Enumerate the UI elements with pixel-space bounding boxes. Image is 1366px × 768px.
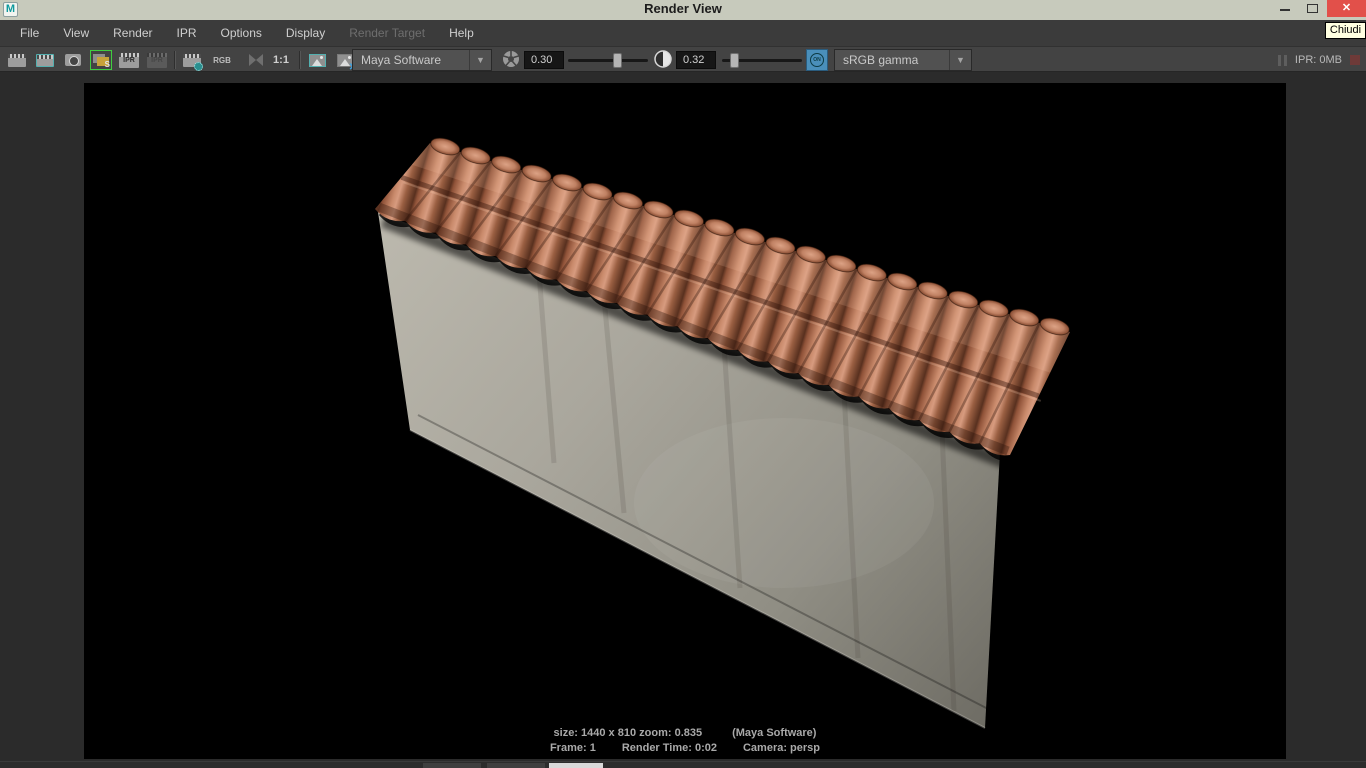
- render-region-icon[interactable]: [34, 50, 56, 70]
- stop-render-icon: [1350, 55, 1360, 65]
- ipr-film-glyph: IPR: [119, 53, 139, 68]
- renderer-dropdown[interactable]: Maya Software ▼: [352, 49, 492, 71]
- chevron-down-icon: ▼: [469, 50, 491, 70]
- renderer-name-label: (Maya Software): [732, 727, 816, 739]
- film-glyph: [8, 54, 26, 67]
- title-bar: M Render View ✕: [0, 0, 1366, 20]
- ipr-film-dim-glyph: IPR: [147, 53, 167, 68]
- camera-label: Camera: persp: [743, 742, 820, 754]
- redo-previous-render-icon[interactable]: [6, 50, 28, 70]
- contrast-glyph: [654, 50, 672, 68]
- menu-options[interactable]: Options: [209, 20, 274, 46]
- toolbar-separator: [174, 51, 175, 69]
- taskbar-sliver[interactable]: [0, 761, 1366, 768]
- alpha-bowtie-glyph: [249, 54, 256, 66]
- on-toggle-icon: ON: [810, 53, 824, 67]
- menu-view[interactable]: View: [51, 20, 101, 46]
- render-viewport: size: 1440 x 810 zoom: 0.835 (Maya Softw…: [0, 72, 1366, 768]
- picture-glyph: [309, 54, 326, 67]
- gear-icon: [194, 62, 203, 71]
- render-settings-icon[interactable]: [181, 50, 203, 70]
- exposure-icon: [500, 49, 522, 69]
- ipr-status-group: IPR: 0MB: [1278, 49, 1360, 71]
- menu-display[interactable]: Display: [274, 20, 337, 46]
- exposure-slider[interactable]: [568, 59, 648, 62]
- menu-ipr[interactable]: IPR: [165, 20, 209, 46]
- size-zoom-label: size: 1440 x 810 zoom: 0.835: [554, 727, 703, 739]
- contrast-icon: [652, 49, 674, 69]
- close-button[interactable]: ✕: [1327, 0, 1366, 17]
- rgb-channels-icon[interactable]: RGB: [209, 50, 235, 70]
- pause-ipr-icon: [1278, 55, 1287, 66]
- minimize-icon: [1280, 9, 1290, 11]
- frame-label: Frame: 1: [550, 742, 596, 754]
- window-title: Render View: [0, 1, 1366, 16]
- alpha-channel-icon[interactable]: [241, 50, 263, 70]
- ipr-render-icon[interactable]: IPR: [118, 50, 140, 70]
- view-transform-dropdown-value: sRGB gamma: [835, 53, 949, 67]
- renderer-dropdown-value: Maya Software: [353, 53, 469, 67]
- keep-image-icon[interactable]: [306, 50, 328, 70]
- menu-render-target: Render Target: [337, 20, 437, 46]
- ipr-refresh-icon: IPR: [146, 50, 168, 70]
- color-management-toggle[interactable]: ON: [806, 49, 828, 71]
- render-time-label: Render Time: 0:02: [622, 742, 717, 754]
- contrast-value-field[interactable]: 0.32: [676, 51, 716, 69]
- sequence-letter: S: [105, 60, 110, 69]
- contrast-slider-handle[interactable]: [730, 53, 739, 68]
- real-size-icon[interactable]: 1:1: [269, 50, 293, 70]
- exposure-value-field[interactable]: 0.30: [524, 51, 564, 69]
- taskbar-button[interactable]: [487, 763, 545, 768]
- maximize-icon: [1307, 4, 1318, 13]
- menu-file[interactable]: File: [8, 20, 51, 46]
- taskbar-button-active[interactable]: [549, 763, 603, 768]
- contrast-slider[interactable]: [722, 59, 802, 62]
- close-tooltip: Chiudi: [1325, 22, 1366, 39]
- aperture-glyph: [502, 50, 520, 68]
- view-transform-dropdown[interactable]: sRGB gamma ▼: [834, 49, 972, 71]
- exposure-slider-handle[interactable]: [613, 53, 622, 68]
- chevron-down-icon: ▼: [949, 50, 971, 70]
- rgb-label: RGB: [213, 56, 231, 65]
- toolbar-separator: [299, 51, 300, 69]
- menu-render[interactable]: Render: [101, 20, 164, 46]
- render-view-window: M Render View ✕ Chiudi File View Render …: [0, 0, 1366, 768]
- rendered-wall-scene: [84, 83, 1286, 759]
- render-status-line2: Frame: 1 Render Time: 0:02 Camera: persp: [84, 742, 1286, 754]
- menu-bar: File View Render IPR Options Display Ren…: [0, 20, 1366, 46]
- camera-glyph: [65, 54, 81, 66]
- film-region-glyph: [36, 54, 54, 67]
- render-status-line1: size: 1440 x 810 zoom: 0.835 (Maya Softw…: [84, 727, 1286, 739]
- render-sequence-icon[interactable]: S: [90, 50, 112, 70]
- rendered-image-canvas[interactable]: size: 1440 x 810 zoom: 0.835 (Maya Softw…: [84, 83, 1286, 759]
- menu-help[interactable]: Help: [437, 20, 486, 46]
- maximize-button[interactable]: [1302, 0, 1324, 17]
- render-view-toolbar: S IPR IPR RGB 1:1 ✕ Maya Software ▼ 0.30: [0, 46, 1366, 72]
- snapshot-camera-icon[interactable]: [62, 50, 84, 70]
- real-size-label: 1:1: [273, 54, 289, 66]
- taskbar-button[interactable]: [423, 763, 481, 768]
- minimize-button[interactable]: [1274, 0, 1296, 17]
- ipr-memory-label: IPR: 0MB: [1295, 54, 1342, 66]
- toolbar-icon-group: S IPR IPR RGB 1:1 ✕: [6, 49, 356, 71]
